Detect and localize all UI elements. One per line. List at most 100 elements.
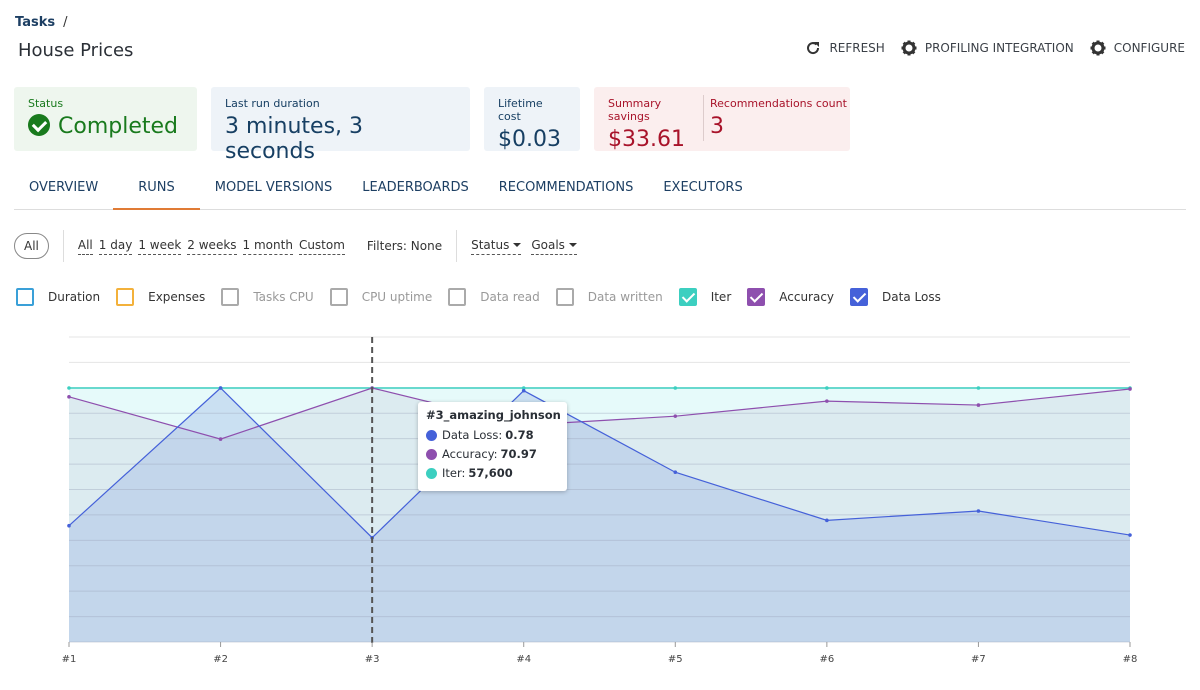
legend-label: Duration — [48, 290, 101, 304]
tab-overview[interactable]: OVERVIEW — [14, 168, 113, 210]
recommendations-count-label: Recommendations count — [710, 97, 847, 110]
checkbox-checked-icon[interactable] — [747, 288, 766, 306]
legend-label: Data written — [587, 290, 663, 304]
all-pill-button[interactable]: All — [14, 233, 49, 259]
legend-item-cpu-uptime[interactable]: CPU uptime — [329, 288, 433, 306]
status-card: Status Completed — [14, 87, 197, 151]
range-custom[interactable]: Custom — [298, 238, 345, 255]
range-all[interactable]: All — [77, 238, 93, 255]
point-data-loss — [1128, 533, 1132, 537]
tab-bar: OVERVIEW RUNS MODEL VERSIONS LEADERBOARD… — [14, 168, 1186, 210]
legend-label: Accuracy — [779, 290, 835, 304]
last-run-duration-card: Last run duration 3 minutes, 3 seconds — [211, 87, 470, 164]
point-iter — [673, 386, 678, 390]
tab-model-versions[interactable]: MODEL VERSIONS — [200, 168, 347, 210]
breadcrumb-tasks-link[interactable]: Tasks — [15, 15, 55, 30]
point-accuracy — [1128, 387, 1132, 391]
series-dot-icon — [426, 467, 437, 479]
checkbox-icon[interactable] — [221, 288, 240, 306]
divider — [62, 230, 64, 262]
gear-icon — [1090, 40, 1106, 56]
runs-chart: #1 #2 #3 #4 #5 #6 #7 #8 — [62, 336, 1138, 665]
tab-leaderboards[interactable]: LEADERBOARDS — [347, 168, 484, 210]
filters-label: Filters: — [366, 239, 407, 253]
status-label: Status — [28, 97, 64, 110]
series-dot-icon — [426, 448, 437, 460]
savings-card: Summary savings $33.61 Recommendations c… — [594, 87, 850, 152]
tab-recommendations[interactable]: RECOMMENDATIONS — [484, 168, 649, 210]
range-1-month[interactable]: 1 month — [242, 238, 293, 255]
point-iter — [976, 386, 981, 390]
x-tick-label: #4 — [516, 654, 531, 665]
lifetime-cost-card: Lifetime cost $0.03 — [484, 87, 580, 152]
savings-label: Summary savings — [608, 97, 662, 123]
status-dropdown[interactable]: Status — [471, 238, 522, 255]
chevron-down-icon — [568, 242, 577, 247]
page-title: House Prices — [18, 40, 134, 61]
tooltip-title: #3_amazing_johnson — [426, 408, 561, 422]
chevron-down-icon — [513, 242, 522, 247]
profiling-integration-button[interactable]: PROFILING INTEGRATION — [901, 40, 1074, 56]
checkbox-checked-icon[interactable] — [850, 288, 869, 306]
point-data-loss — [521, 388, 526, 393]
range-1-week[interactable]: 1 week — [138, 238, 182, 255]
checkbox-icon[interactable] — [116, 288, 135, 306]
configure-button[interactable]: CONFIGURE — [1090, 40, 1185, 56]
refresh-button[interactable]: REFRESH — [805, 40, 885, 56]
legend-label: CPU uptime — [361, 290, 433, 304]
legend-item-duration[interactable]: Duration — [16, 288, 100, 306]
range-1-day[interactable]: 1 day — [98, 238, 133, 255]
point-accuracy — [673, 414, 678, 418]
checkbox-icon[interactable] — [555, 288, 574, 306]
checkbox-icon[interactable] — [448, 288, 467, 306]
tab-executors[interactable]: EXECUTORS — [648, 168, 757, 210]
checkbox-icon[interactable] — [329, 288, 348, 306]
breadcrumb-separator: / — [63, 15, 68, 30]
point-data-loss — [67, 523, 71, 528]
checkbox-icon[interactable] — [16, 288, 34, 306]
legend-label: Tasks CPU — [253, 290, 314, 304]
series-dot-icon — [426, 429, 437, 441]
chart-legend: Duration Expenses Tasks CPU CPU uptime Data … — [16, 288, 957, 306]
tab-runs[interactable]: RUNS — [113, 168, 200, 210]
x-tick-label: #6 — [819, 654, 834, 665]
point-accuracy — [67, 395, 71, 399]
point-accuracy — [825, 399, 829, 403]
duration-label: Last run duration — [225, 97, 320, 110]
legend-label: Data read — [480, 290, 540, 304]
gear-icon — [901, 40, 917, 56]
legend-item-data-read[interactable]: Data read — [448, 288, 540, 306]
legend-item-iter[interactable]: Iter — [678, 288, 732, 306]
legend-item-accuracy[interactable]: Accuracy — [747, 288, 834, 306]
chart-tooltip: #3_amazing_johnson Data Loss: 0.78 Accura… — [418, 402, 567, 491]
legend-label: Data Loss — [882, 290, 941, 304]
duration-value: 3 minutes, 3 seconds — [225, 114, 364, 164]
check-circle-icon — [28, 114, 50, 136]
x-tick-label: #7 — [971, 654, 986, 665]
tooltip-row: Data Loss: 0.78 — [426, 428, 559, 442]
tooltip-row: Accuracy: 70.97 — [426, 447, 559, 461]
filters-value: None — [410, 239, 443, 253]
cost-value: $0.03 — [498, 127, 561, 152]
point-accuracy — [218, 437, 223, 441]
point-data-loss — [673, 470, 678, 475]
legend-item-data-written[interactable]: Data written — [555, 288, 663, 306]
legend-item-expenses[interactable]: Expenses — [116, 288, 205, 306]
range-2-weeks[interactable]: 2 weeks — [187, 238, 237, 255]
point-data-loss — [825, 518, 829, 523]
goals-dropdown[interactable]: Goals — [531, 238, 577, 255]
x-tick-label: #3 — [365, 654, 380, 665]
point-accuracy — [976, 403, 981, 407]
legend-label: Expenses — [148, 290, 206, 304]
x-tick-label: #2 — [213, 654, 228, 665]
legend-item-data-loss[interactable]: Data Loss — [850, 288, 941, 306]
recommendations-count-value: 3 — [710, 114, 724, 139]
x-tick-label: #8 — [1123, 654, 1138, 665]
cost-label: Lifetime cost — [498, 97, 543, 123]
checkbox-checked-icon[interactable] — [678, 288, 697, 306]
legend-item-tasks-cpu[interactable]: Tasks CPU — [221, 288, 314, 306]
tooltip-row: Iter: 57,600 — [426, 466, 559, 480]
legend-label: Iter — [710, 290, 732, 304]
point-data-loss — [976, 509, 981, 513]
point-iter — [825, 386, 829, 390]
